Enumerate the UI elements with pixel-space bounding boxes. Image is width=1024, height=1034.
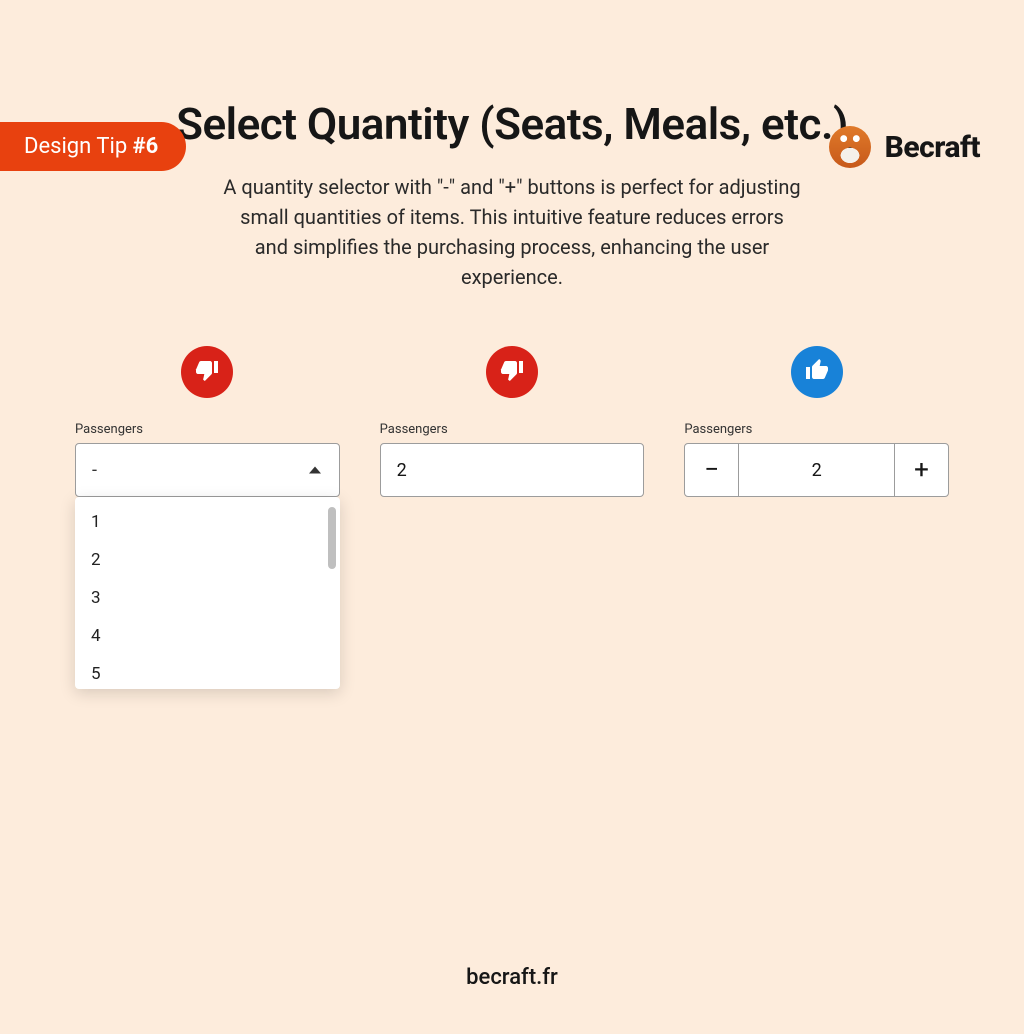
stepper-value: 2 — [739, 444, 894, 496]
thumbs-down-badge — [181, 346, 233, 398]
thumbs-up-icon — [805, 358, 829, 386]
dropdown-option[interactable]: 1 — [75, 503, 340, 541]
scrollbar[interactable] — [328, 507, 336, 569]
thumbs-up-badge — [791, 346, 843, 398]
example-stepper: Passengers − 2 + — [684, 346, 949, 497]
dropdown-option[interactable]: 3 — [75, 579, 340, 617]
dropdown-value: - — [92, 460, 97, 481]
thumbs-down-badge — [486, 346, 538, 398]
brand-name: Becraft — [885, 130, 980, 165]
design-tip-badge: Design Tip #6 — [0, 122, 186, 171]
page-description: A quantity selector with "-" and "+" but… — [222, 172, 802, 292]
fox-avatar-icon — [829, 126, 871, 168]
text-input-value: 2 — [397, 460, 407, 481]
thumbs-down-icon — [195, 358, 219, 386]
dropdown-wrapper: - 1 2 3 4 5 — [75, 443, 340, 497]
dropdown-menu: 1 2 3 4 5 — [75, 497, 340, 689]
passenger-text-input[interactable]: 2 — [380, 443, 645, 497]
dropdown-option[interactable]: 5 — [75, 655, 340, 689]
thumbs-down-icon — [500, 358, 524, 386]
dropdown-option[interactable]: 4 — [75, 617, 340, 655]
text-input-label: Passengers — [380, 422, 645, 437]
caret-up-icon — [309, 467, 321, 474]
plus-icon: + — [914, 455, 929, 485]
stepper-label: Passengers — [684, 422, 949, 437]
dropdown-option[interactable]: 2 — [75, 541, 340, 579]
badge-number: #6 — [133, 134, 159, 159]
passenger-dropdown[interactable]: - — [75, 443, 340, 497]
examples-row: Passengers - 1 2 3 4 5 — [0, 346, 1024, 497]
minus-icon: − — [704, 455, 719, 485]
example-text-input: Passengers 2 — [380, 346, 645, 497]
example-dropdown: Passengers - 1 2 3 4 5 — [75, 346, 340, 497]
stepper-plus-button[interactable]: + — [894, 444, 948, 496]
stepper-minus-button[interactable]: − — [685, 444, 739, 496]
footer-url: becraft.fr — [0, 965, 1024, 990]
brand: Becraft — [829, 126, 980, 168]
badge-prefix: Design Tip — [24, 134, 133, 159]
quantity-stepper: − 2 + — [684, 443, 949, 497]
dropdown-label: Passengers — [75, 422, 340, 437]
